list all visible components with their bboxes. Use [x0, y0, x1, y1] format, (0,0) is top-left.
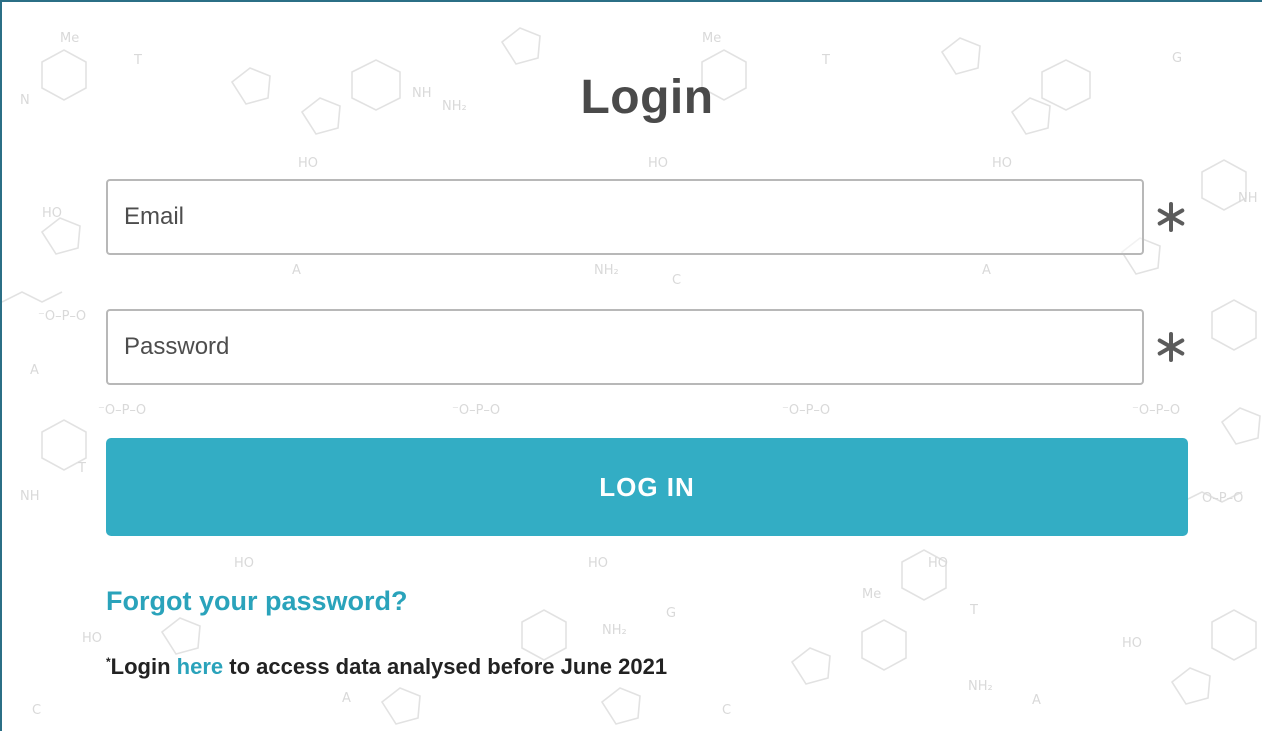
svg-text:A: A — [1032, 693, 1041, 708]
svg-text:HO: HO — [928, 556, 948, 571]
svg-text:Me: Me — [862, 587, 881, 602]
svg-text:HO: HO — [588, 556, 608, 571]
svg-text:⁻O–P–O: ⁻O–P–O — [98, 403, 146, 418]
svg-text:G: G — [666, 606, 676, 621]
svg-text:HO: HO — [992, 156, 1012, 171]
svg-text:Me: Me — [60, 31, 79, 46]
svg-text:⁻O–P–O: ⁻O–P–O — [452, 403, 500, 418]
svg-text:NH₂: NH₂ — [594, 263, 619, 278]
required-asterisk-icon — [1154, 330, 1188, 364]
password-field[interactable] — [106, 309, 1144, 385]
svg-text:T: T — [821, 53, 830, 68]
login-panel: Me T NH NH₂ N HO HO HO HO A NH₂ C A NH ⁻… — [0, 0, 1262, 731]
svg-text:HO: HO — [298, 156, 318, 171]
svg-text:HO: HO — [42, 206, 62, 221]
svg-text:⁻O–P–O: ⁻O–P–O — [782, 403, 830, 418]
svg-text:⁻O–P–O: ⁻O–P–O — [38, 309, 86, 324]
svg-text:HO: HO — [234, 556, 254, 571]
svg-text:Me: Me — [702, 31, 721, 46]
svg-text:NH₂: NH₂ — [602, 623, 627, 638]
email-field[interactable] — [106, 179, 1144, 255]
svg-text:A: A — [292, 263, 301, 278]
svg-text:A: A — [982, 263, 991, 278]
svg-text:A: A — [30, 363, 39, 378]
svg-text:⁻O–P–O: ⁻O–P–O — [1132, 403, 1180, 418]
page-title: Login — [580, 71, 714, 124]
legacy-login-link[interactable]: here — [177, 654, 223, 679]
svg-text:NH: NH — [20, 489, 40, 504]
svg-text:T: T — [969, 603, 978, 618]
svg-text:A: A — [342, 691, 351, 706]
svg-text:T: T — [77, 461, 86, 476]
svg-text:G: G — [1172, 51, 1182, 66]
svg-text:C: C — [672, 273, 681, 288]
required-asterisk-icon — [1154, 200, 1188, 234]
svg-text:O–P–O: O–P–O — [1202, 491, 1243, 506]
svg-text:C: C — [32, 703, 41, 718]
svg-text:NH: NH — [1238, 191, 1258, 206]
svg-text:NH₂: NH₂ — [968, 679, 993, 694]
svg-text:T: T — [133, 53, 142, 68]
svg-text:HO: HO — [648, 156, 668, 171]
svg-text:HO: HO — [82, 631, 102, 646]
svg-text:C: C — [722, 703, 731, 718]
login-button[interactable]: LOG IN — [106, 438, 1188, 536]
note-prefix: Login — [110, 654, 171, 679]
forgot-password-link[interactable]: Forgot your password? — [106, 586, 408, 617]
svg-text:HO: HO — [1122, 636, 1142, 651]
legacy-login-note: *Login here to access data analysed befo… — [106, 654, 667, 680]
note-suffix: to access data analysed before June 2021 — [229, 654, 668, 679]
